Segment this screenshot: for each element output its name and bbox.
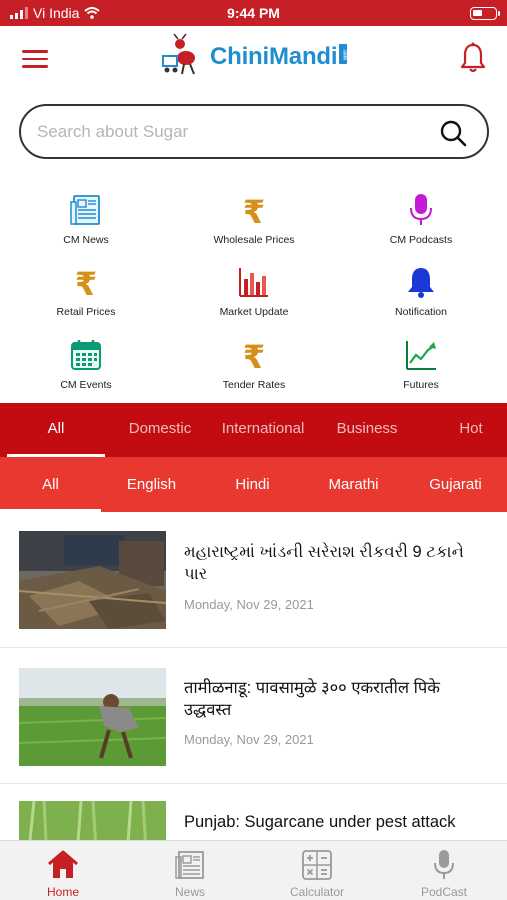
nav-news[interactable]: News [127,841,253,900]
news-item[interactable]: Punjab: Sugarcane under pest attack [0,784,507,840]
bell-icon [408,268,434,298]
chinimandi-logo: ChiniMandi .com [160,34,348,80]
quick-link-label: Notification [395,306,447,318]
news-title: तामीळनाडू: पावसामुळे ३०० एकरातील पिके उद… [184,679,440,719]
tab-category-domestic[interactable]: Domestic [115,403,205,457]
rupee-icon: ₹ [75,265,97,299]
nav-podcast[interactable]: PodCast [381,841,507,900]
svg-text:₹: ₹ [75,265,97,299]
nav-label: Home [46,885,79,899]
search-input[interactable] [37,118,427,146]
svg-text:₹: ₹ [243,193,265,227]
quick-link-tender-rates[interactable]: ₹ Tender Rates [184,338,324,400]
news-item[interactable]: तामीळनाडू: पावसामुळे ३०० एकरातील पिके उद… [0,648,507,784]
microphone-icon [434,850,454,879]
hamburger-menu-button[interactable] [22,50,48,68]
tab-category-all[interactable]: All [7,403,105,457]
quick-link-label: CM News [63,234,109,246]
calculator-icon [302,850,332,880]
news-title: મહારાષ્ટ્રમાં ખાંડની સરેરાશ રીકવરી 9 ટકા… [184,543,464,583]
rupee-icon: ₹ [243,338,265,372]
news-list: મહારાષ્ટ્રમાં ખાંડની સરેરાશ રીકવરી 9 ટકા… [0,512,507,840]
quick-links-grid: CM News ₹ Wholesale Prices CM Podcasts ₹… [0,185,507,400]
quick-link-label: Wholesale Prices [213,234,295,246]
newspaper-icon [70,195,100,225]
quick-link-cm-news[interactable]: CM News [16,193,156,255]
nav-calculator[interactable]: Calculator [254,841,380,900]
quick-link-cm-podcasts[interactable]: CM Podcasts [351,193,491,255]
quick-link-futures[interactable]: Futures [351,338,491,400]
quick-link-retail-prices[interactable]: ₹ Retail Prices [16,265,156,327]
home-icon [48,850,78,878]
rupee-icon: ₹ [243,193,265,227]
nav-label: Calculator [289,885,345,899]
quick-link-market-update[interactable]: Market Update [184,265,324,327]
nav-label: News [174,885,205,899]
tab-category-business[interactable]: Business [322,403,412,457]
notification-bell-button[interactable] [459,42,487,74]
language-tabs: All English Hindi Marathi Gujarati [0,457,507,512]
quick-link-label: Futures [403,379,439,391]
quick-link-notification[interactable]: Notification [351,265,491,327]
brand-name-part1: Chini [210,43,269,70]
ant-mascot-icon [162,34,195,75]
brand-name-part2: Mandi [269,43,338,70]
news-date: Monday, Nov 29, 2021 [184,597,314,612]
quick-link-label: Market Update [219,306,289,318]
svg-text:₹: ₹ [243,338,265,372]
news-item[interactable]: મહારાષ્ટ્રમાં ખાંડની સરેરાશ રીકવરી 9 ટકા… [0,512,507,648]
bar-chart-icon [239,268,268,297]
tab-language-gujarati[interactable]: Gujarati [404,457,507,512]
news-thumbnail-farmer-field [19,668,166,766]
tab-category-hot[interactable]: Hot [440,403,502,457]
nav-label: PodCast [420,885,468,899]
newspaper-icon [175,851,204,879]
tab-language-hindi[interactable]: Hindi [202,457,303,512]
quick-link-label: CM Podcasts [389,234,453,246]
microphone-icon [410,194,432,225]
quick-link-label: CM Events [60,379,112,391]
status-time: 9:44 PM [227,5,280,21]
search-icon[interactable] [439,119,467,147]
app-header: ChiniMandi .com [0,26,507,96]
brand-suffix: .com [339,44,348,64]
tab-language-all[interactable]: All [0,457,101,512]
quick-link-label: Tender Rates [222,379,286,391]
tab-category-international[interactable]: International [212,403,314,457]
nav-home[interactable]: Home [0,841,126,900]
news-date: Monday, Nov 29, 2021 [184,732,314,747]
tab-language-english[interactable]: English [101,457,202,512]
quick-link-label: Retail Prices [56,306,116,318]
trend-chart-icon [406,341,436,370]
tab-language-marathi[interactable]: Marathi [303,457,404,512]
status-bar: Vi India 9:44 PM [0,0,507,26]
bottom-navigation: Home News Calculator PodCast [0,840,507,900]
news-thumbnail-sugarcane-crop [19,801,166,840]
news-title: Punjab: Sugarcane under pest attack [184,813,456,831]
search-bar [19,104,489,159]
news-thumbnail-sugarcane-factory [19,531,166,629]
brand-name: ChiniMandi .com [210,43,348,71]
category-tabs: All Domestic International Business Hot [0,403,507,457]
battery-icon [470,7,500,20]
quick-link-wholesale-prices[interactable]: ₹ Wholesale Prices [184,193,324,255]
calendar-icon [71,340,101,370]
quick-link-cm-events[interactable]: CM Events [16,338,156,400]
